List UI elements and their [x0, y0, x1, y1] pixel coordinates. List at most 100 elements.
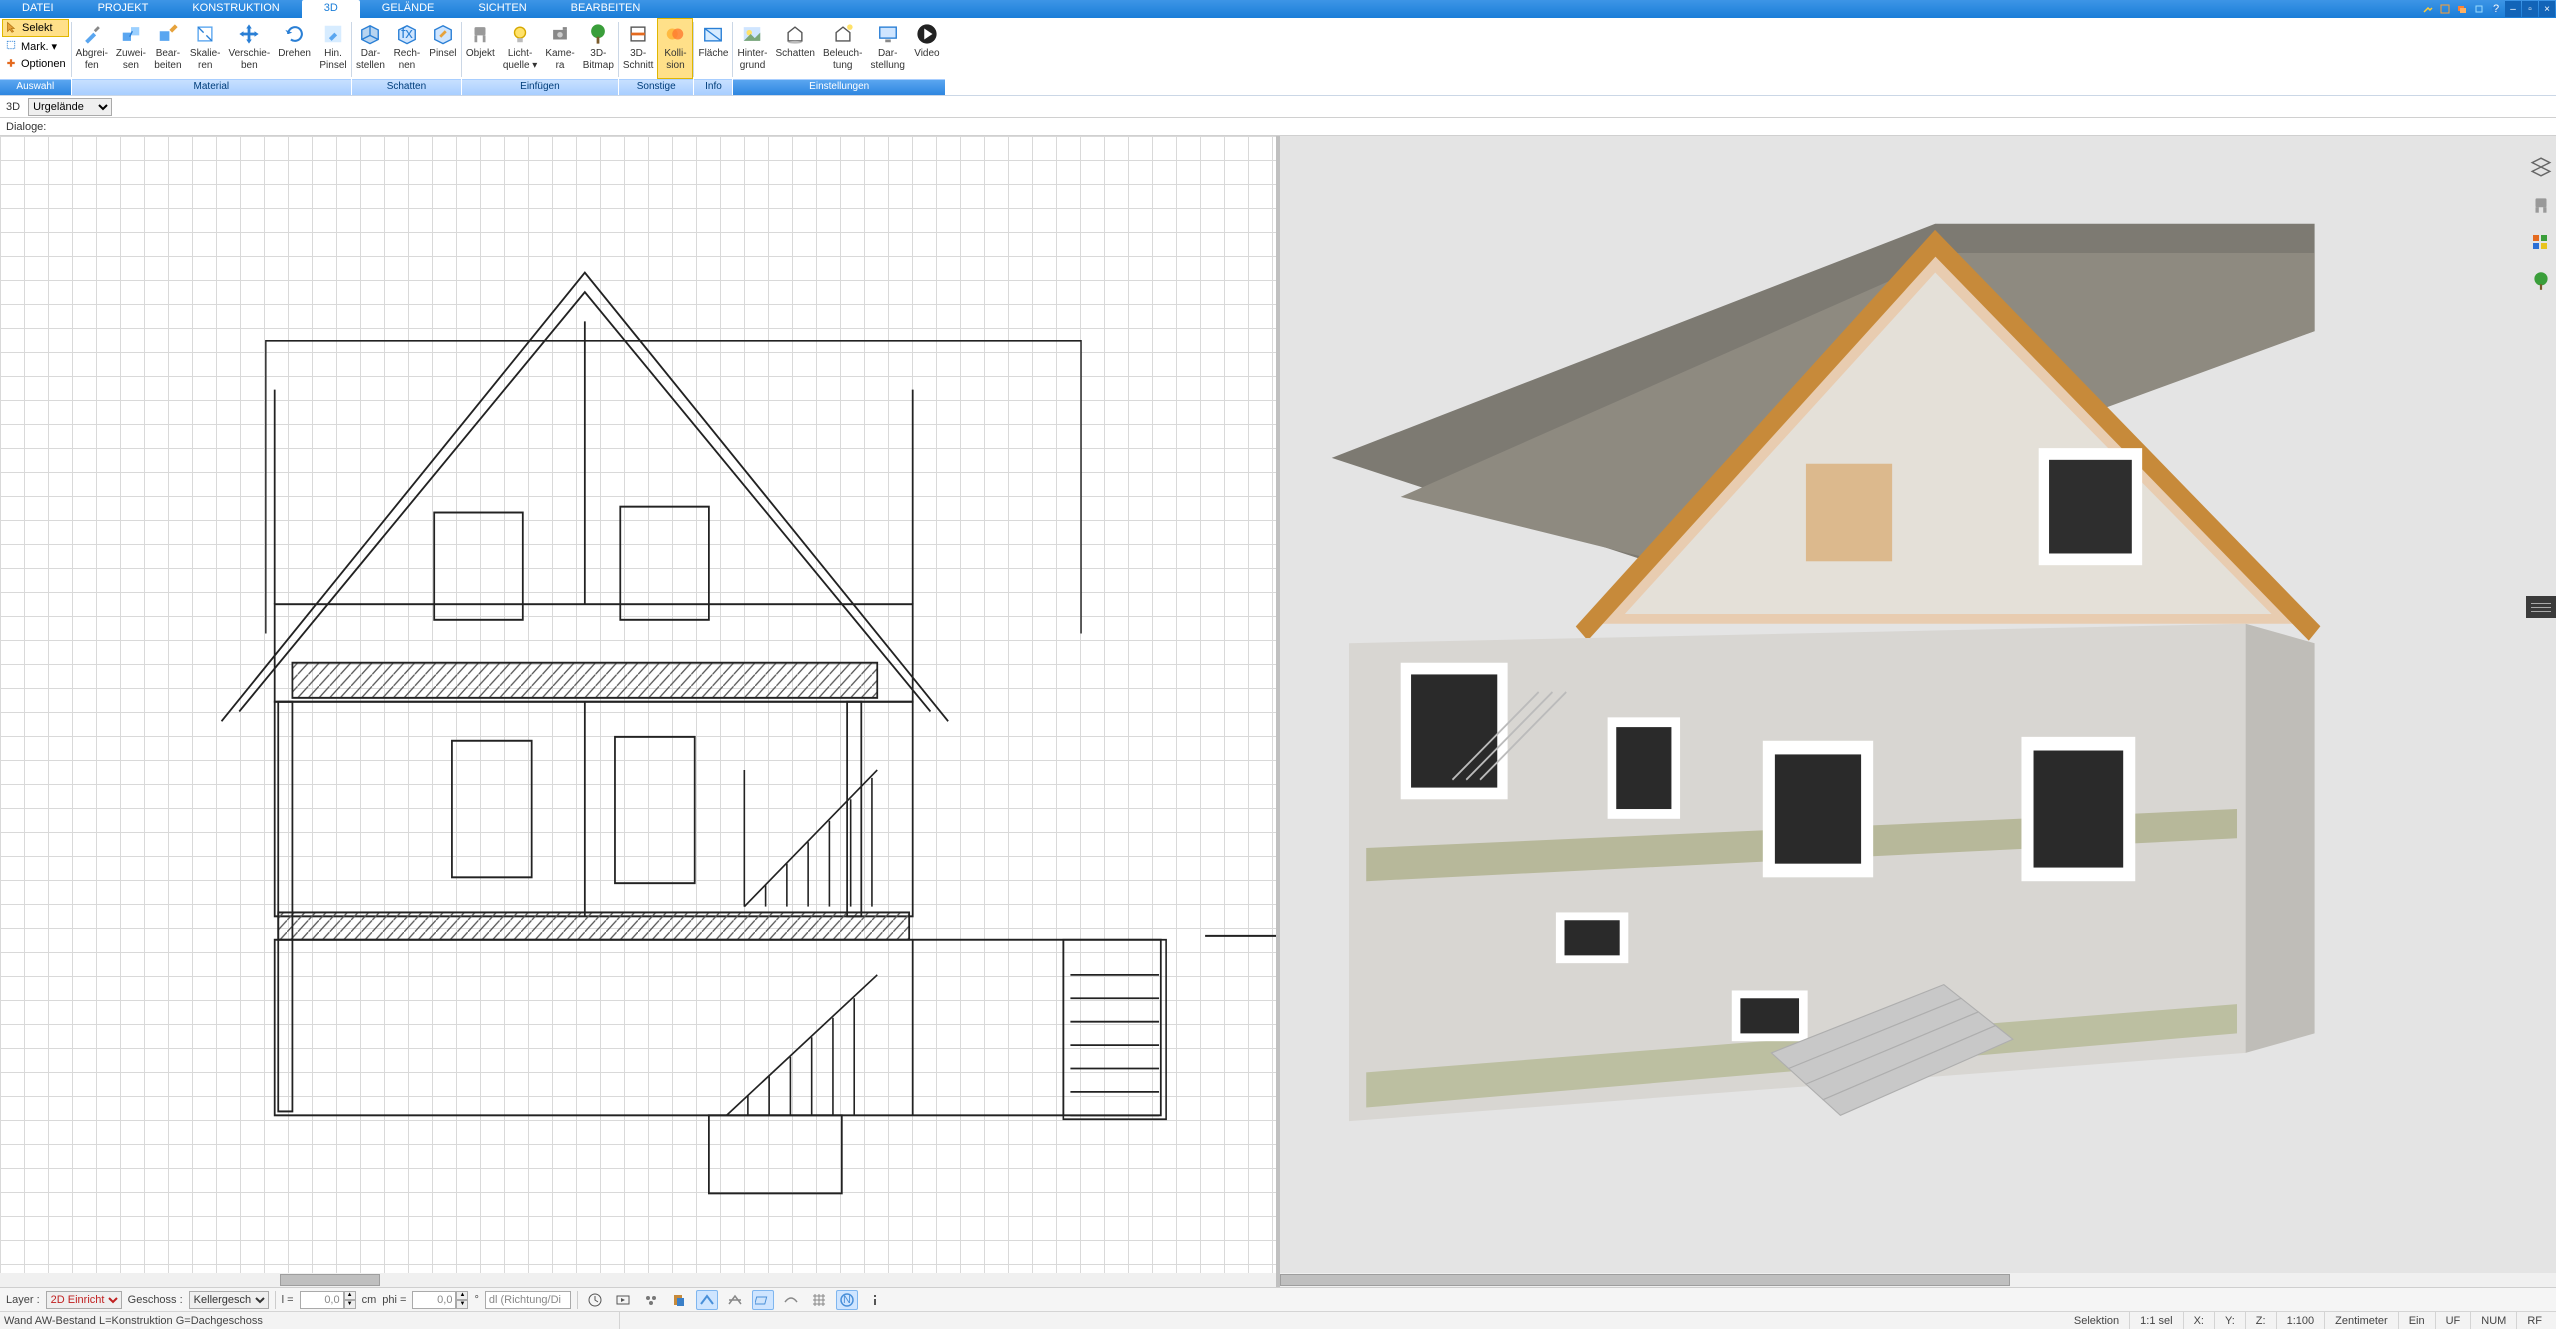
cursor-icon: [6, 21, 20, 35]
phi-spinner[interactable]: ▲▼: [456, 1291, 468, 1309]
ribbon-zuweisen[interactable]: Zuwei-sen: [112, 18, 150, 79]
menu-tab-3d[interactable]: 3D: [302, 0, 360, 18]
snap2-icon[interactable]: [724, 1290, 746, 1310]
paste-icon[interactable]: [668, 1290, 690, 1310]
side-plants-button[interactable]: [2528, 268, 2554, 294]
ribbon-abgreifen[interactable]: Abgrei-fen: [72, 18, 112, 79]
ribbon-group-auswahl: SelektMark. ▾OptionenAuswahl: [0, 18, 71, 95]
titlebar-tools-icon[interactable]: [2420, 1, 2436, 17]
gridview-icon[interactable]: [808, 1290, 830, 1310]
phi-input[interactable]: [412, 1291, 456, 1309]
window-maximize-button[interactable]: ▫: [2522, 1, 2538, 17]
scroll-3d[interactable]: [1280, 1273, 2556, 1287]
scroll-2d[interactable]: [0, 1273, 1276, 1287]
side-panel-handle[interactable]: [2526, 596, 2556, 618]
ribbon-caption: Einstellungen: [733, 79, 944, 95]
ribbon-darstellen[interactable]: Dar-stellen: [352, 18, 389, 79]
status-ein: Ein: [2399, 1312, 2436, 1329]
ribbon-group-info: FlächeInfo: [694, 18, 732, 95]
dialogs-label: Dialoge:: [6, 121, 46, 133]
menu-bar: DATEIPROJEKTKONSTRUKTION3DGELÄNDESICHTEN…: [0, 0, 2556, 18]
animate-icon[interactable]: [612, 1290, 634, 1310]
ribbon-bearbeiten[interactable]: Bear-beiten: [150, 18, 186, 79]
lighting-icon: [831, 22, 855, 46]
floor-label: Geschoss :: [128, 1294, 183, 1306]
menu-tab-sichten[interactable]: SICHTEN: [456, 0, 548, 18]
ribbon-video[interactable]: Video: [909, 18, 945, 79]
cube-calc-icon: fx: [395, 22, 419, 46]
info-icon[interactable]: [864, 1290, 886, 1310]
selcol-selekt[interactable]: Selekt: [2, 19, 69, 37]
camera-icon: [548, 22, 572, 46]
side-palette-button[interactable]: [2528, 230, 2554, 256]
menu-tab-gelände[interactable]: GELÄNDE: [360, 0, 457, 18]
ribbon-beleuchtung[interactable]: Beleuch-tung: [819, 18, 866, 79]
ribbon-kamera[interactable]: Kame-ra: [541, 18, 578, 79]
ribbon-group-sonstige: 3D-SchnittKolli-sionSonstige: [619, 18, 694, 95]
length-spinner[interactable]: ▲▼: [344, 1291, 356, 1309]
ribbon-hintergrund[interactable]: Hinter-grund: [733, 18, 771, 79]
status-rf: RF: [2517, 1312, 2552, 1329]
menu-tab-bearbeiten[interactable]: BEARBEITEN: [549, 0, 663, 18]
ribbon-objekt[interactable]: Objekt: [462, 18, 499, 79]
titlebar-layers-icon[interactable]: [2454, 1, 2470, 17]
snap3-icon[interactable]: [752, 1290, 774, 1310]
svg-text:?: ?: [2493, 4, 2499, 14]
ribbon-lichtquelle[interactable]: Licht-quelle ▾: [499, 18, 542, 79]
selcol-mark[interactable]: Mark. ▾: [2, 37, 69, 55]
ribbon-dbitmap[interactable]: 3D-Bitmap: [579, 18, 618, 79]
view-3d[interactable]: [1280, 136, 2556, 1287]
side-objects-button[interactable]: [2528, 192, 2554, 218]
window-minimize-button[interactable]: ‒: [2505, 1, 2521, 17]
ribbon-skalieren[interactable]: Skalie-ren: [186, 18, 225, 79]
window-close-button[interactable]: ×: [2539, 1, 2555, 17]
phi-label: phi =: [382, 1294, 406, 1306]
ribbon-pinsel[interactable]: Pinsel: [425, 18, 461, 79]
menu-tab-datei[interactable]: DATEI: [0, 0, 76, 18]
snap1-icon[interactable]: [696, 1290, 718, 1310]
north-icon[interactable]: N: [836, 1290, 858, 1310]
clock-icon[interactable]: [584, 1290, 606, 1310]
titlebar-restore-icon[interactable]: [2471, 1, 2487, 17]
section-icon: [626, 22, 650, 46]
ribbon-hinpinsel[interactable]: Hin.Pinsel: [315, 18, 351, 79]
ribbon-darstellung[interactable]: Dar-stellung: [866, 18, 908, 79]
plus-icon: [5, 57, 19, 71]
group-icon[interactable]: [640, 1290, 662, 1310]
ribbon-group-einstellungen: Hinter-grundSchattenBeleuch-tungDar-stel…: [733, 18, 944, 95]
layer-select[interactable]: 2D Einricht: [46, 1291, 122, 1309]
menu-tab-projekt[interactable]: PROJEKT: [76, 0, 171, 18]
collision-icon: [663, 22, 687, 46]
direction-input[interactable]: [485, 1291, 571, 1309]
terrain-select[interactable]: Urgelände: [28, 98, 112, 116]
eyedropper-icon: [80, 22, 104, 46]
ribbon-drehen[interactable]: Drehen: [274, 18, 315, 79]
titlebar-window-icon[interactable]: [2437, 1, 2453, 17]
length-input[interactable]: [300, 1291, 344, 1309]
tree-icon: [586, 22, 610, 46]
status-y: Y:: [2215, 1312, 2246, 1329]
selcol-optionen[interactable]: Optionen: [2, 55, 69, 73]
brush-bg-icon: [321, 22, 345, 46]
side-toolbar: [2526, 136, 2556, 294]
view-2d-section[interactable]: [0, 136, 1276, 1287]
length-unit: cm: [362, 1294, 377, 1306]
ribbon-rechnen[interactable]: fxRech-nen: [389, 18, 425, 79]
shadow-house-icon: [783, 22, 807, 46]
ribbon-toolbar: SelektMark. ▾OptionenAuswahlAbgrei-fenZu…: [0, 18, 2556, 96]
rotate-icon: [283, 22, 307, 46]
ribbon-kollision[interactable]: Kolli-sion: [657, 18, 693, 79]
titlebar-help-icon[interactable]: ?: [2488, 1, 2504, 17]
side-layers-button[interactable]: [2528, 154, 2554, 180]
floor-select[interactable]: Kellergesch: [189, 1291, 269, 1309]
ribbon-verschieben[interactable]: Verschie-ben: [225, 18, 275, 79]
ribbon-dschnitt[interactable]: 3D-Schnitt: [619, 18, 658, 79]
ribbon-schatten[interactable]: Schatten: [772, 18, 819, 79]
section-drawing: [0, 136, 1276, 1287]
menu-tab-konstruktion[interactable]: KONSTRUKTION: [170, 0, 301, 18]
snap4-icon[interactable]: [780, 1290, 802, 1310]
ribbon-flche[interactable]: Fläche: [694, 18, 732, 79]
bottom-toolbar: Layer : 2D Einricht Geschoss : Kellerges…: [0, 1287, 2556, 1311]
play-icon: [915, 22, 939, 46]
status-scale: 1:100: [2277, 1312, 2326, 1329]
